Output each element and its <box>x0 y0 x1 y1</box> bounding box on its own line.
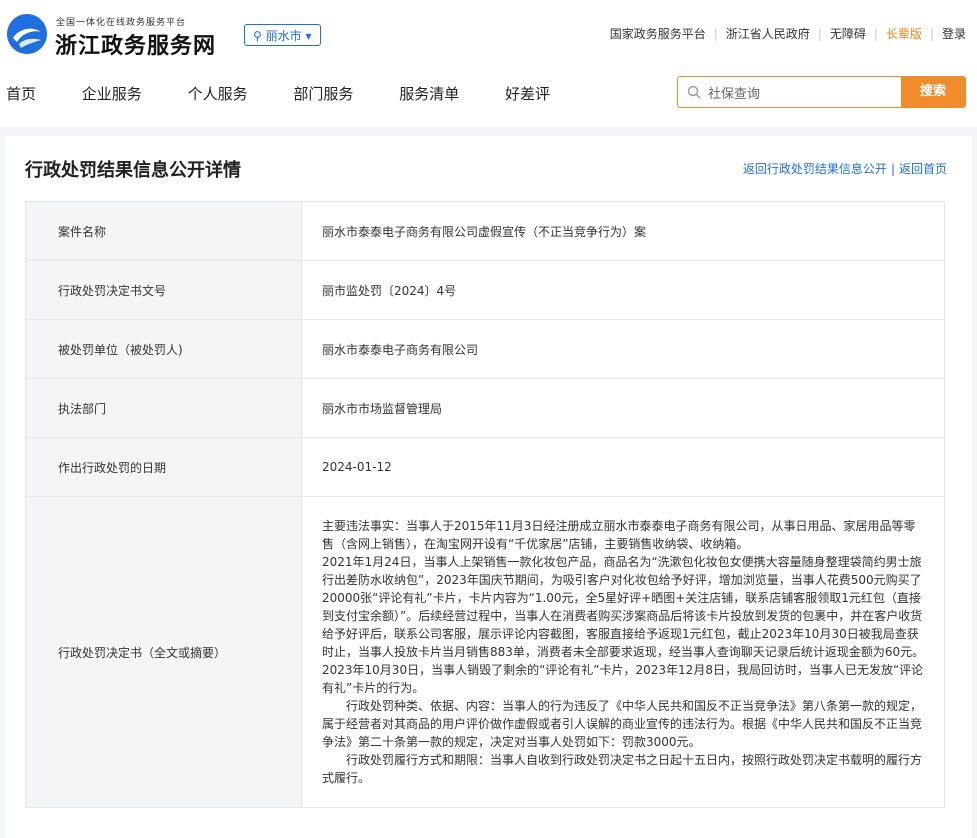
decision-paragraph: 行政处罚种类、依据、内容：当事人的行为违反了《中华人民共和国反不正当竞争法》第八… <box>322 699 923 749</box>
decision-text: 主要违法事实：当事人于2015年11月3日经注册成立丽水市泰泰电子商务有限公司，… <box>301 496 945 808</box>
nav-enterprise-services[interactable]: 企业服务 <box>82 85 142 103</box>
link-provincial-government[interactable]: 浙江省人民政府 <box>726 27 810 41</box>
row-label: 行政处罚决定书文号 <box>25 260 302 320</box>
table-row: 作出行政处罚的日期 2024-01-12 <box>25 437 945 497</box>
divider: | <box>713 27 718 41</box>
link-accessibility[interactable]: 无障碍 <box>830 27 866 41</box>
table-row: 行政处罚决定书（全文或摘要） 主要违法事实：当事人于2015年11月3日经注册成… <box>25 496 945 808</box>
logo-subtitle: 全国一体化在线政务服务平台 <box>56 18 187 28</box>
penalty-info-table: 案件名称 丽水市泰泰电子商务有限公司虚假宣传（不正当竞争行为）案 行政处罚决定书… <box>25 201 945 808</box>
link-login[interactable]: 登录 <box>942 27 966 41</box>
logo-title[interactable]: 浙江政务服务网 <box>55 28 216 60</box>
nav-department-services[interactable]: 部门服务 <box>293 85 353 103</box>
table-row: 行政处罚决定书文号 丽市监处罚〔2024〕4号 <box>25 260 945 320</box>
decision-paragraph: 2021年1月24日，当事人上架销售一款化妆包产品，商品名为“洗漱包化妆包女便携… <box>322 555 925 659</box>
link-elder-version[interactable]: 长辈版 <box>886 27 922 41</box>
decision-paragraph: 2023年10月30日，当事人销毁了剩余的“评论有礼”卡片，2023年12月8日… <box>322 663 924 695</box>
decision-paragraph: 主要违法事实：当事人于2015年11月3日经注册成立丽水市泰泰电子商务有限公司，… <box>322 519 916 551</box>
nav-personal-services[interactable]: 个人服务 <box>188 85 248 103</box>
top-links: 国家政务服务平台 | 浙江省人民政府 | 无障碍 | 长辈版 | 登录 <box>610 25 966 42</box>
title-links: 返回行政处罚结果信息公开 | 返回首页 <box>743 160 947 177</box>
divider: | <box>890 162 895 176</box>
divider: | <box>929 27 934 41</box>
location-pin-icon: ⚲ <box>253 29 262 43</box>
table-row: 被处罚单位（被处罚人) 丽水市泰泰电子商务有限公司 <box>25 319 945 379</box>
back-to-list-link[interactable]: 返回行政处罚结果信息公开 <box>743 162 887 176</box>
back-to-home-link[interactable]: 返回首页 <box>899 162 947 176</box>
caret-down-icon: ▾ <box>305 29 312 43</box>
search-icon <box>687 85 701 99</box>
divider: | <box>873 27 878 41</box>
decision-paragraph: 行政处罚履行方式和期限：当事人自收到行政处罚决定书之日起十五日内，按照行政处罚决… <box>322 753 923 785</box>
page-title: 行政处罚结果信息公开详情 <box>25 160 241 181</box>
row-label: 被处罚单位（被处罚人) <box>25 319 302 379</box>
nav-service-list[interactable]: 服务清单 <box>399 85 459 103</box>
table-row: 案件名称 丽水市泰泰电子商务有限公司虚假宣传（不正当竞争行为）案 <box>25 201 945 261</box>
link-national-platform[interactable]: 国家政务服务平台 <box>610 27 706 41</box>
row-label: 作出行政处罚的日期 <box>25 437 302 497</box>
row-value: 2024-01-12 <box>301 437 945 497</box>
city-name: 丽水市 <box>265 29 302 43</box>
row-value: 丽水市市场监督管理局 <box>301 378 945 438</box>
city-selector[interactable]: ⚲ 丽水市 ▾ <box>244 24 321 46</box>
row-value: 丽市监处罚〔2024〕4号 <box>301 260 945 320</box>
top-header: 全国一体化在线政务服务平台 浙江政务服务网 ⚲ 丽水市 ▾ 国家政务服务平台 | 浙… <box>0 0 977 127</box>
decision-label: 行政处罚决定书（全文或摘要） <box>25 496 302 808</box>
main-nav: 首页 企业服务 个人服务 部门服务 服务清单 好差评 <box>6 83 591 104</box>
search-button[interactable]: 搜索 <box>901 77 965 107</box>
row-label: 案件名称 <box>25 201 302 261</box>
nav-rating[interactable]: 好差评 <box>505 85 550 103</box>
search-input[interactable] <box>708 77 898 107</box>
divider: | <box>817 27 822 41</box>
nav-home[interactable]: 首页 <box>6 85 36 103</box>
row-value: 丽水市泰泰电子商务有限公司 <box>301 319 945 379</box>
logo-icon[interactable] <box>7 14 47 54</box>
row-label: 执法部门 <box>25 378 302 438</box>
search-box: 搜索 <box>677 76 966 108</box>
table-row: 执法部门 丽水市市场监督管理局 <box>25 378 945 438</box>
row-value: 丽水市泰泰电子商务有限公司虚假宣传（不正当竞争行为）案 <box>301 201 945 261</box>
detail-card: 行政处罚结果信息公开详情 返回行政处罚结果信息公开 | 返回首页 案件名称 丽水市泰… <box>5 136 972 838</box>
